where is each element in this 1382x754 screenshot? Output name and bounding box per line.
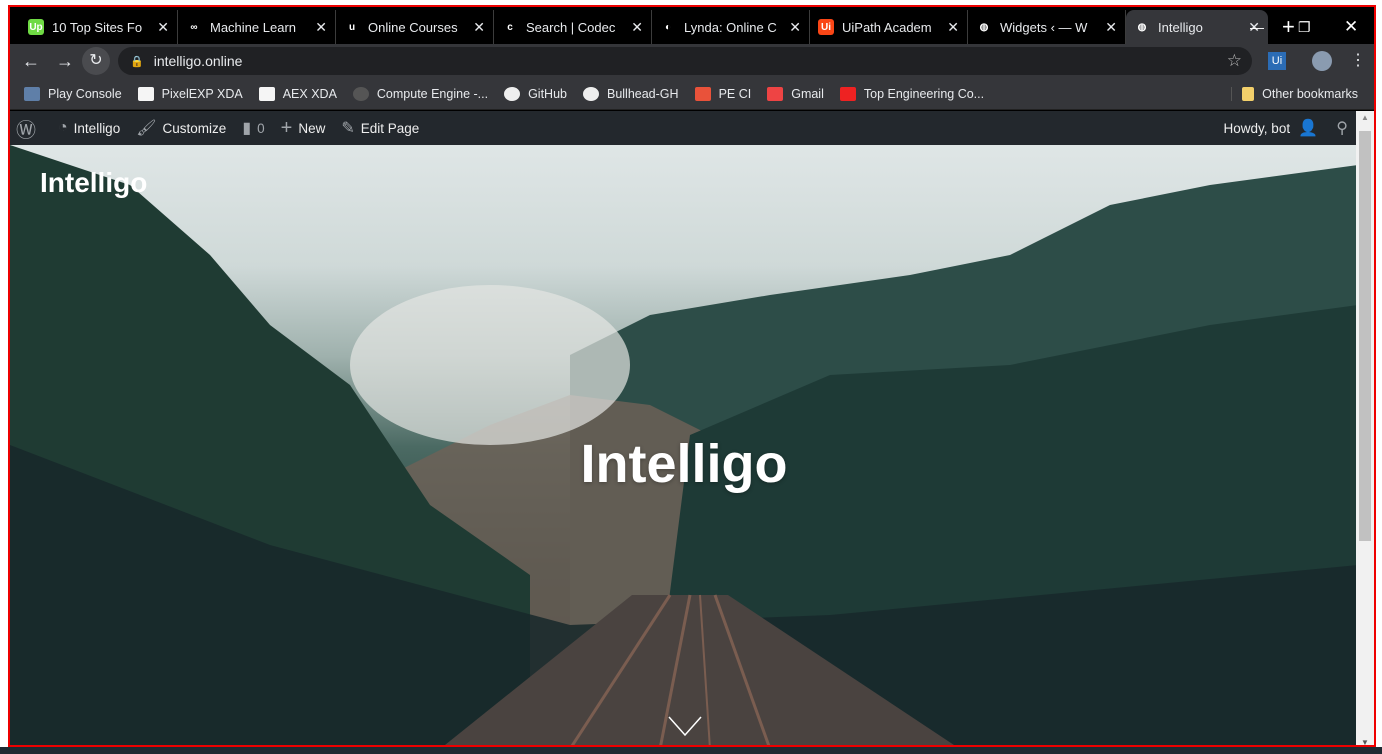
tab-0[interactable]: Up 10 Top Sites Fo ✕ [20,10,178,44]
scrollbar[interactable]: ▲ ▼ [1356,111,1374,745]
tab-5[interactable]: Ui UiPath Academ ✕ [810,10,968,44]
tab-title: Online Courses [368,19,458,35]
wordpress-logo-button[interactable]: Ⓦ [16,114,42,143]
close-tab-icon[interactable]: ✕ [157,19,169,36]
profile-avatar[interactable] [1312,51,1332,71]
bookmark-item[interactable]: Play Console [24,86,122,101]
brush-icon: 🖌 [136,120,157,137]
play-console-icon [24,86,40,101]
browser-toolbar: ← → ↻ 🔒 intelligo.online ☆ Ui ⋮ [10,44,1374,78]
account-menu[interactable]: Howdy, bot 👤 [1224,118,1318,138]
restore-button[interactable]: ❐ [1298,10,1311,44]
close-tab-icon[interactable]: ✕ [631,19,643,36]
gmail-icon [767,86,784,101]
bookmark-item[interactable]: Bullhead-GH [582,86,679,101]
user-icon: 👤 [1298,120,1318,137]
customize-link[interactable]: 🖌 Customize [136,118,226,138]
comment-icon: ▮ [242,120,252,137]
browser-window: Up 10 Top Sites Fo ✕ ∞ Machine Learn ✕ u Online… [8,5,1376,747]
plus-icon: + [280,116,293,139]
tab-strip: Up 10 Top Sites Fo ✕ ∞ Machine Learn ✕ u Online… [10,10,1374,44]
tab-title: Widgets ‹ — W [1000,19,1088,35]
bookmark-item[interactable]: AEX XDA [258,86,337,101]
close-window-button[interactable]: ✕ [1344,10,1358,44]
lynda-icon: ◐ [660,19,676,35]
tab-6[interactable]: ◍ Widgets ‹ — W ✕ [968,10,1126,44]
tab-2[interactable]: u Online Courses ✕ [336,10,494,44]
pe-icon [694,86,711,101]
tab-title: Machine Learn [210,19,296,35]
scroll-down-icon[interactable]: ▼ [1361,738,1369,745]
tab-title: Intelligo [1158,19,1203,35]
hero-title: Intelligo [580,434,788,494]
new-tab-button[interactable]: + [1282,14,1295,40]
coursera-icon: ∞ [186,19,202,35]
scrollbar-thumb[interactable] [1359,131,1371,541]
minimize-button[interactable]: — [1250,10,1264,44]
xda-icon [137,86,154,101]
close-tab-icon[interactable]: ✕ [947,19,959,36]
bookmark-star-icon[interactable]: ☆ [1227,51,1242,71]
upwork-icon: Up [28,19,44,35]
lock-icon: 🔒 [130,55,144,68]
site-title[interactable]: Intelligo [40,167,147,199]
codecademy-icon: c [502,19,518,35]
top-engineering-icon [839,86,856,101]
forward-button[interactable]: → [48,51,82,72]
address-bar[interactable]: 🔒 intelligo.online ☆ [118,47,1252,75]
url-text: intelligo.online [153,53,243,69]
bookmark-item[interactable]: GitHub [504,86,567,101]
edit-page-link[interactable]: ✎ Edit Page [341,118,419,138]
dashboard-icon: ◔ [58,119,68,136]
close-tab-icon[interactable]: ✕ [315,19,327,36]
bookmarks-bar: Play Console PixelEXP XDA AEX XDA Compute E… [10,78,1374,110]
search-icon[interactable]: ⚲ [1336,118,1348,138]
pencil-icon: ✎ [341,120,355,137]
hero-section: Intelligo Intelligo [10,145,1358,745]
tab-3[interactable]: c Search | Codec ✕ [494,10,652,44]
udemy-icon: u [344,19,360,35]
scroll-down-chevron-icon[interactable] [667,715,703,737]
close-tab-icon[interactable]: ✕ [1105,19,1117,36]
other-bookmarks[interactable]: Other bookmarks [1231,86,1358,101]
tab-1[interactable]: ∞ Machine Learn ✕ [178,10,336,44]
github-icon [582,86,599,101]
scroll-up-icon[interactable]: ▲ [1361,113,1369,122]
github-icon [504,86,521,101]
wordpress-icon: Ⓦ [16,119,36,142]
site-name-link[interactable]: ◔ Intelligo [58,119,120,137]
comments-link[interactable]: ▮ 0 [242,118,264,138]
close-tab-icon[interactable]: ✕ [789,19,801,36]
globe-icon: ◍ [976,19,992,35]
taskbar [0,747,1382,754]
wp-admin-bar: Ⓦ ◔ Intelligo 🖌 Customize ▮ 0 + New ✎ Edit Pa… [10,111,1358,145]
new-content-link[interactable]: + New [281,117,326,140]
folder-icon [1242,86,1255,101]
bookmark-item[interactable]: Compute Engine -... [352,86,488,101]
tab-title: Search | Codec [526,19,616,35]
bookmark-item[interactable]: Top Engineering Co... [839,86,984,101]
tab-title: Lynda: Online C [684,19,777,35]
xda-icon [258,86,275,101]
tab-title: UiPath Academ [842,19,932,35]
reload-button[interactable]: ↻ [82,47,110,75]
uipath-extension-icon[interactable]: Ui [1268,52,1286,70]
bookmark-item[interactable]: Gmail [767,86,824,101]
back-button[interactable]: ← [14,51,48,72]
uipath-icon: Ui [818,19,834,35]
tab-4[interactable]: ◐ Lynda: Online C ✕ [652,10,810,44]
close-tab-icon[interactable]: ✕ [473,19,485,36]
bookmark-item[interactable]: PE CI [694,86,751,101]
bookmark-item[interactable]: PixelEXP XDA [137,86,243,101]
compute-engine-icon [352,86,369,101]
tab-7[interactable]: ◍ Intelligo ✕ [1126,10,1268,44]
tab-title: 10 Top Sites Fo [52,19,143,35]
menu-icon[interactable]: ⋮ [1350,50,1366,70]
globe-icon: ◍ [1134,19,1150,35]
